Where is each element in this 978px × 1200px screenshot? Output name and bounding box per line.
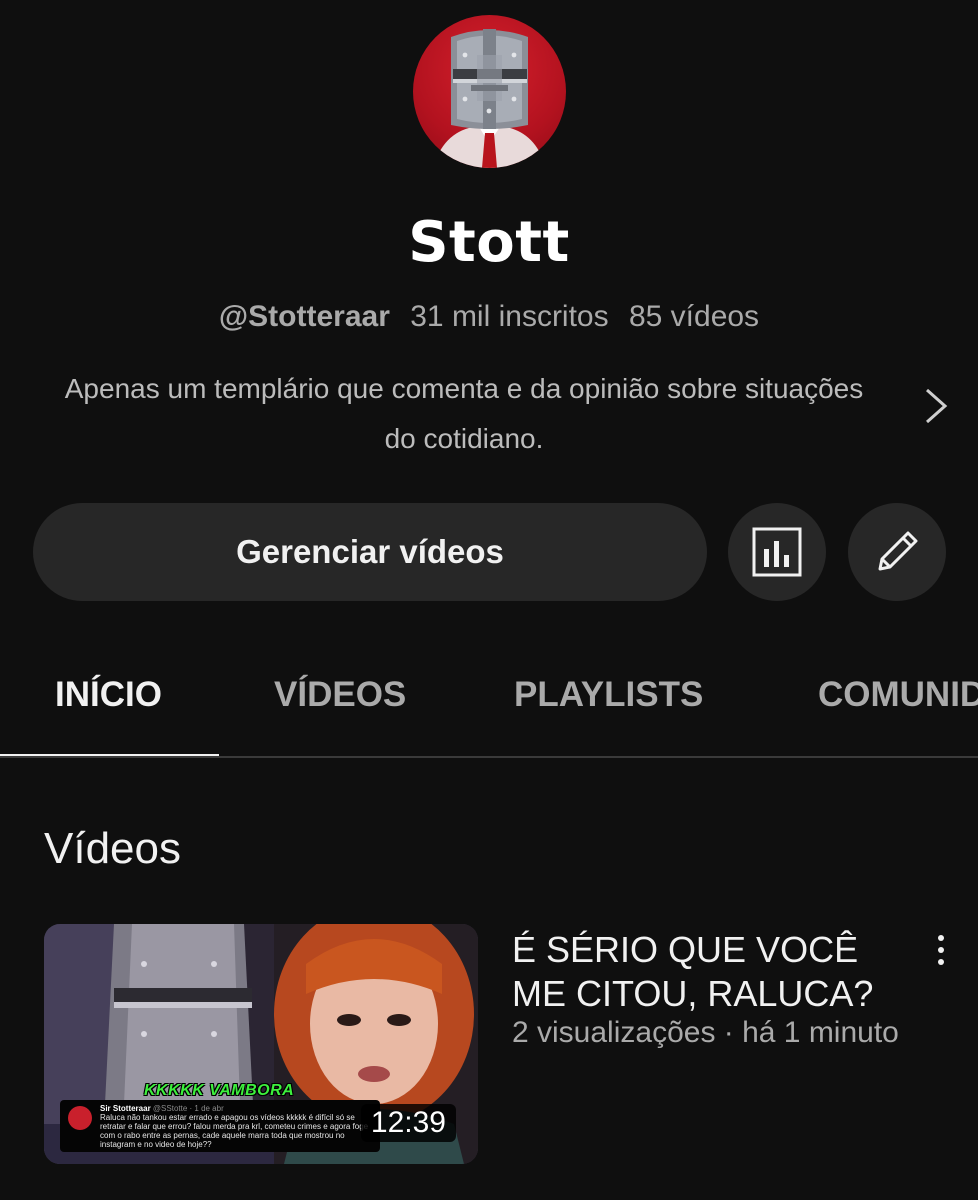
analytics-button[interactable]: [728, 503, 826, 601]
thumbnail-caption: KKKKK VAMBORA: [144, 1082, 295, 1099]
video-count: 85 vídeos: [628, 300, 760, 333]
channel-name: Stott: [408, 210, 570, 275]
active-tab-indicator: [0, 754, 219, 756]
analytics-icon: [752, 527, 802, 577]
tweet-avatar: [68, 1106, 92, 1130]
tab-inicio[interactable]: INÍCIO: [55, 640, 162, 756]
edit-channel-button[interactable]: [848, 503, 946, 601]
manage-videos-label: Gerenciar vídeos: [236, 533, 504, 570]
tweet-author: Sir Stotteraar: [100, 1104, 151, 1113]
channel-handle: @Stotteraar: [218, 300, 390, 333]
pencil-icon: [878, 531, 918, 571]
manage-videos-button[interactable]: Gerenciar vídeos: [33, 503, 707, 601]
channel-meta: @Stotteraar 31 mil inscritos 85 vídeos: [0, 300, 978, 334]
video-thumbnail[interactable]: KKKKK VAMBORA Sir Stotteraar @SStotte · …: [44, 924, 478, 1164]
tab-playlists[interactable]: PLAYLISTS: [514, 640, 703, 756]
subscriber-count: 31 mil inscritos: [410, 300, 609, 333]
channel-avatar[interactable]: [413, 15, 566, 168]
channel-tabs: INÍCIO VÍDEOS PLAYLISTS COMUNIDADE: [0, 640, 978, 758]
video-meta: 2 visualizações · há 1 minuto: [512, 1016, 899, 1049]
tab-videos[interactable]: VÍDEOS: [274, 640, 406, 756]
tweet-handle: @SStotte · 1 de abr: [152, 1104, 224, 1113]
channel-page: Stott @Stotteraar 31 mil inscritos 85 ví…: [0, 0, 978, 1200]
tweet-header: Sir Stotteraar @SStotte · 1 de abr: [100, 1104, 374, 1113]
more-options-icon[interactable]: [924, 928, 958, 972]
tweet-text: Raluca não tankou estar errado e apagou …: [100, 1113, 369, 1149]
tab-comunidade[interactable]: COMUNIDADE: [818, 640, 978, 756]
video-duration-badge: 12:39: [360, 1104, 456, 1142]
templar-helmet-avatar-image: [433, 29, 546, 168]
chevron-right-icon[interactable]: [918, 384, 954, 428]
section-title: Vídeos: [44, 824, 181, 873]
channel-description[interactable]: Apenas um templário que comenta e da opi…: [50, 364, 878, 464]
video-title[interactable]: É SÉRIO QUE VOCÊ ME CITOU, RALUCA?: [512, 928, 912, 1016]
thumbnail-tweet: Sir Stotteraar @SStotte · 1 de abr Raluc…: [60, 1100, 380, 1152]
